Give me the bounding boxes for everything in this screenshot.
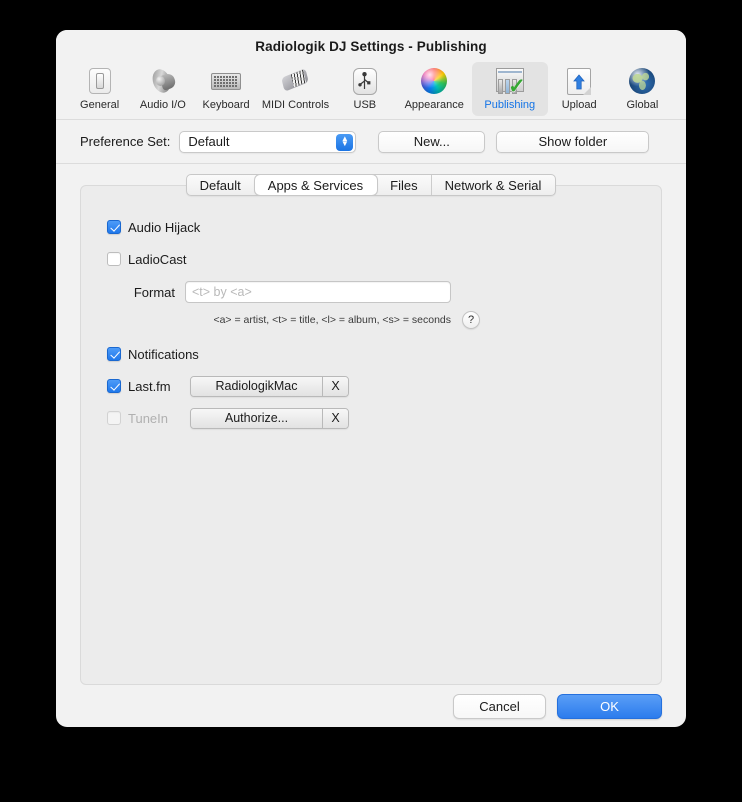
toolbar-label-publishing: Publishing — [484, 99, 536, 111]
lastfm-label: Last.fm — [128, 378, 171, 394]
window-title: Radiologik DJ Settings - Publishing — [255, 38, 487, 54]
toolbar-item-audio-io[interactable]: Audio I/O — [131, 62, 194, 116]
upload-arrow-icon — [562, 65, 596, 97]
lastfm-account-group: RadiologikMac X — [190, 375, 349, 397]
tunein-checkbox[interactable] — [107, 411, 121, 425]
cancel-button[interactable]: Cancel — [453, 693, 546, 719]
tunein-label: TuneIn — [128, 410, 168, 426]
keyboard-icon — [209, 65, 243, 97]
toolbar-item-midi-controls[interactable]: MIDI Controls — [258, 62, 334, 116]
lastfm-checkbox[interactable] — [107, 379, 121, 393]
toolbar-label-appearance: Appearance — [404, 99, 464, 111]
toolbar-item-appearance[interactable]: Appearance — [396, 62, 472, 116]
apps-and-services-form: Audio Hijack LadioCast Format <a> = arti… — [81, 186, 661, 429]
settings-toolbar: General Audio I/O Keyboard MIDI Controls — [56, 62, 686, 120]
audio-hijack-label: Audio Hijack — [128, 219, 201, 235]
toolbar-label-general: General — [80, 99, 120, 111]
chevron-updown-icon: ▲ ▼ — [336, 133, 354, 151]
dialog-footer: Cancel OK — [80, 685, 662, 727]
format-input[interactable] — [185, 281, 451, 303]
tab-files[interactable]: Files — [377, 175, 432, 195]
tab-section: Default Apps & Services Files Network & … — [56, 164, 686, 727]
format-row: Format — [107, 280, 661, 304]
notifications-checkbox[interactable] — [107, 347, 121, 361]
help-icon[interactable]: ? — [462, 311, 480, 329]
format-hint-text: <a> = artist, <t> = title, <l> = album, … — [213, 314, 451, 326]
tab-bar: Default Apps & Services Files Network & … — [56, 174, 686, 196]
notifications-label: Notifications — [128, 346, 199, 362]
settings-panel: Audio Hijack LadioCast Format <a> = arti… — [80, 185, 662, 685]
new-preference-set-button[interactable]: New... — [378, 130, 486, 153]
publishing-icon: ✓ — [493, 65, 527, 97]
format-hint-row: <a> = artist, <t> = title, <l> = album, … — [107, 311, 661, 329]
preference-set-row: Preference Set: Default ▲ ▼ New... Show f… — [56, 120, 686, 164]
toolbar-label-upload: Upload — [561, 99, 597, 111]
ladiocast-label: LadioCast — [128, 251, 187, 267]
toolbar-item-general[interactable]: General — [68, 62, 131, 116]
preference-set-dropdown[interactable]: Default ▲ ▼ — [179, 130, 357, 153]
toolbar-label-global: Global — [626, 99, 659, 111]
format-label: Format — [133, 284, 175, 300]
window-titlebar: Radiologik DJ Settings - Publishing — [56, 30, 686, 62]
toolbar-item-usb[interactable]: USB — [333, 62, 396, 116]
tunein-clear-button[interactable]: X — [323, 408, 348, 428]
tab-default[interactable]: Default — [187, 175, 255, 195]
lastfm-clear-button[interactable]: X — [323, 376, 348, 396]
notifications-row[interactable]: Notifications — [107, 343, 661, 365]
toolbar-item-upload[interactable]: Upload — [548, 62, 611, 116]
preference-set-value: Default — [188, 134, 230, 149]
preference-set-label: Preference Set: — [80, 134, 171, 149]
audio-hijack-row[interactable]: Audio Hijack — [107, 216, 661, 238]
tunein-account-group: Authorize... X — [190, 407, 349, 429]
toolbar-label-midi-controls: MIDI Controls — [261, 99, 330, 111]
ladiocast-checkbox[interactable] — [107, 252, 121, 266]
ladiocast-row[interactable]: LadioCast — [107, 248, 661, 270]
globe-icon — [625, 65, 659, 97]
midi-controller-icon — [278, 65, 312, 97]
audio-hijack-checkbox[interactable] — [107, 220, 121, 234]
lastfm-row: Last.fm RadiologikMac X — [107, 375, 661, 397]
toolbar-label-keyboard: Keyboard — [202, 99, 250, 111]
toolbar-item-publishing[interactable]: ✓ Publishing — [472, 62, 548, 116]
ok-button[interactable]: OK — [557, 693, 662, 719]
toolbar-item-global[interactable]: Global — [611, 62, 674, 116]
color-wheel-icon — [417, 65, 451, 97]
toolbar-label-usb: USB — [353, 99, 377, 111]
usb-icon — [348, 65, 382, 97]
settings-window: Radiologik DJ Settings - Publishing Gene… — [56, 30, 686, 727]
toolbar-item-keyboard[interactable]: Keyboard — [194, 62, 257, 116]
tunein-row: TuneIn Authorize... X — [107, 407, 661, 429]
show-folder-button[interactable]: Show folder — [496, 130, 650, 153]
speaker-icon — [146, 65, 180, 97]
lastfm-account-button[interactable]: RadiologikMac — [191, 376, 323, 396]
tab-network-and-serial[interactable]: Network & Serial — [432, 175, 556, 195]
tab-apps-and-services[interactable]: Apps & Services — [254, 175, 378, 195]
toggle-switch-icon — [83, 65, 117, 97]
tunein-authorize-button[interactable]: Authorize... — [191, 408, 323, 428]
toolbar-label-audio-io: Audio I/O — [139, 99, 186, 111]
